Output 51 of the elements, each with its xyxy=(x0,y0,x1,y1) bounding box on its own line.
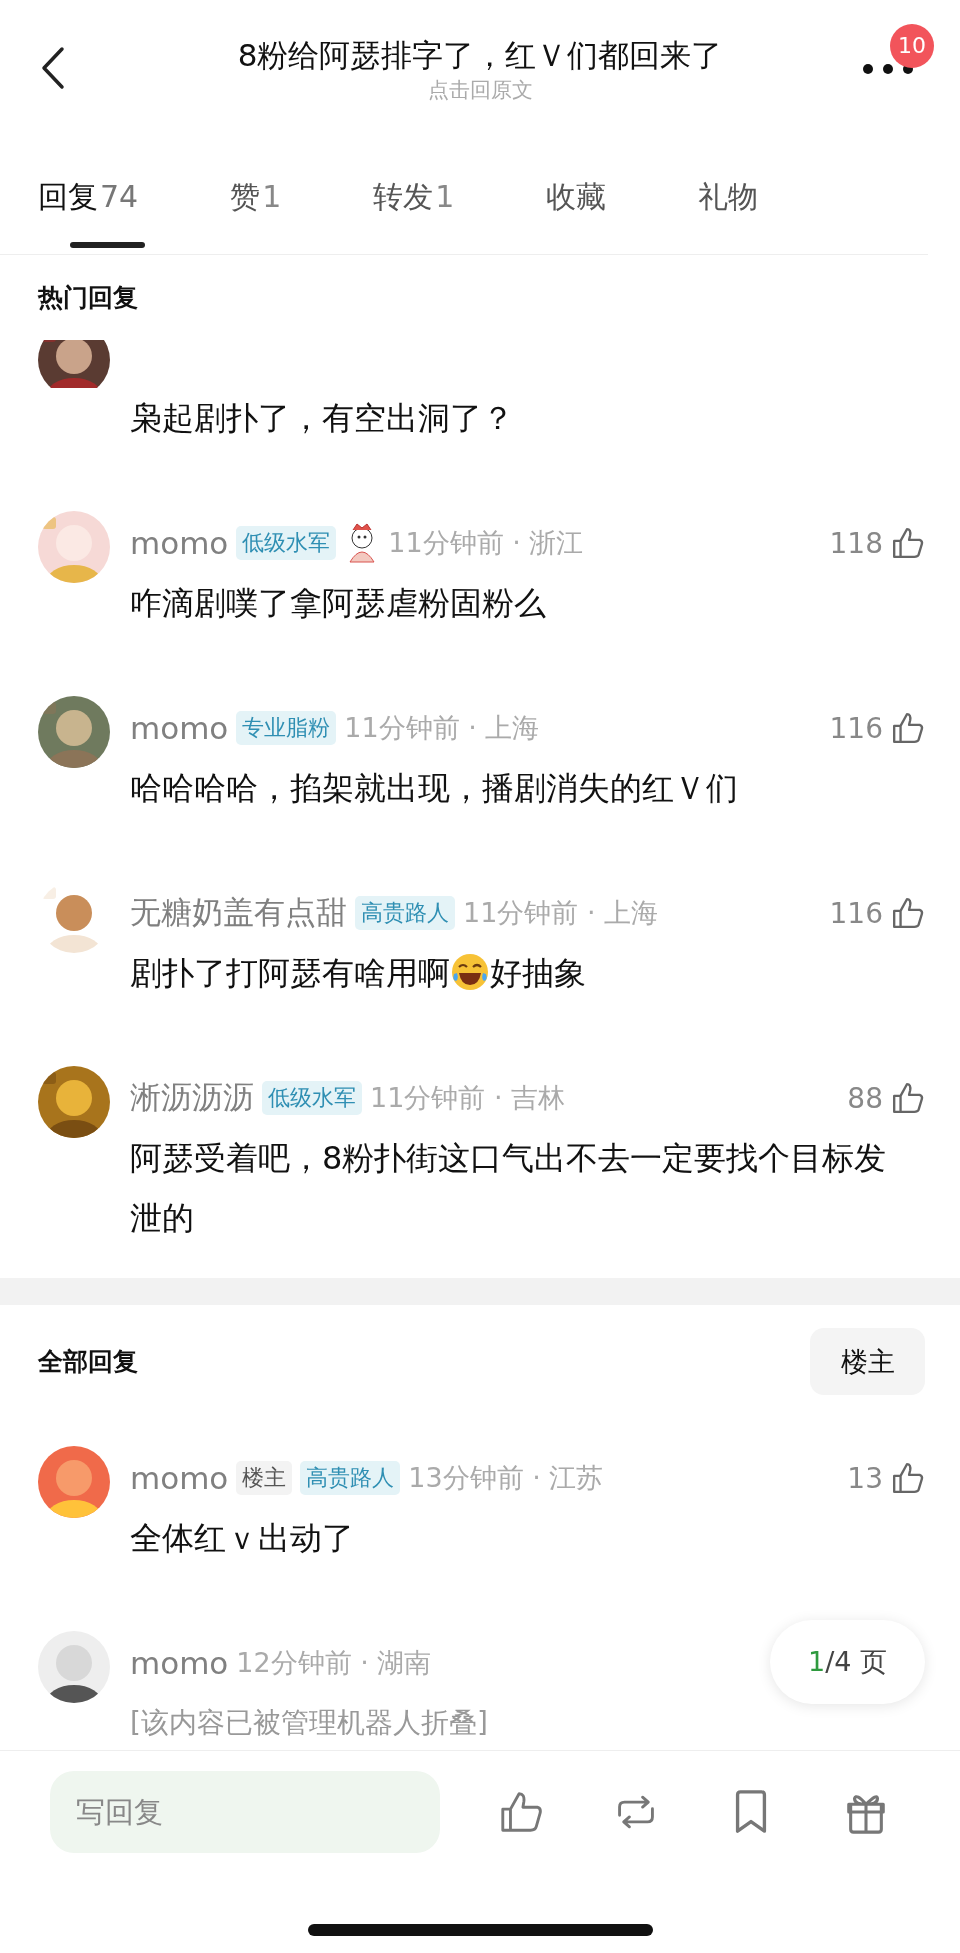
back-icon[interactable] xyxy=(40,46,66,90)
time-location: 11分钟前 · 上海 xyxy=(463,896,659,930)
like-count: 116 xyxy=(829,711,883,745)
notification-badge: 10 xyxy=(890,24,934,68)
thumbs-up-icon[interactable] xyxy=(498,1789,544,1835)
section-title: 全部回复 xyxy=(38,1346,138,1378)
time-location: 11分钟前 · 浙江 xyxy=(388,526,584,560)
user-name[interactable]: 淅沥沥沥 xyxy=(130,1077,254,1119)
tab[interactable]: 收藏 xyxy=(526,140,627,254)
comment-text: 剧扑了打阿瑟有啥用啊 好抽象 xyxy=(130,951,587,994)
tab[interactable]: 转发1 xyxy=(353,140,475,254)
comment-text: [该内容已被管理机器人折叠] xyxy=(130,1705,489,1741)
user-name[interactable]: momo xyxy=(130,1645,229,1681)
tab[interactable]: 礼物 xyxy=(678,140,779,254)
user-tag: 高贵路人 xyxy=(300,1461,401,1495)
post-title: 8粉给阿瑟排字了，红Ｖ们都回来了 xyxy=(237,36,723,75)
comment-text: 枭起剧扑了，有空出洞了？ xyxy=(130,398,515,439)
time-location: 11分钟前 · 上海 xyxy=(344,711,540,745)
time-location: 11分钟前 · 吉林 xyxy=(370,1081,566,1115)
laughing-emoji-icon xyxy=(450,952,490,992)
like-count: 118 xyxy=(829,526,883,560)
thumbs-up-icon[interactable] xyxy=(891,896,925,930)
thumbs-up-icon[interactable] xyxy=(891,1461,925,1495)
more-icon[interactable] xyxy=(862,63,914,75)
comment-text: 咋滴剧噗了拿阿瑟虐粉固粉么 xyxy=(130,583,547,624)
user-tag: 楼主 xyxy=(236,1461,293,1495)
thumbs-up-icon[interactable] xyxy=(891,711,925,745)
like-count: 88 xyxy=(847,1081,883,1115)
user-name[interactable]: 无糖奶盖有点甜 xyxy=(130,892,347,934)
user-tag: 高贵路人 xyxy=(355,896,455,930)
section-title: 热门回复 xyxy=(38,282,138,314)
like-count: 13 xyxy=(847,1461,883,1495)
comment-text: 阿瑟受着吧，8粉扑街这口气出不去一定要找个目标发泄的 xyxy=(130,1138,888,1239)
user-name[interactable]: momo xyxy=(130,710,229,746)
thumbs-up-icon[interactable] xyxy=(891,526,925,560)
tab[interactable]: 赞1 xyxy=(210,140,302,254)
tab[interactable]: 回复74 xyxy=(30,140,159,254)
comment-text: 哈哈哈哈，掐架就出现，播剧消失的红Ｖ们 xyxy=(130,768,739,809)
comment-text: 全体红ｖ出动了 xyxy=(130,1518,355,1559)
like-count: 116 xyxy=(829,896,883,930)
reply-input[interactable]: 写回复 xyxy=(50,1771,440,1853)
user-tag: 专业脂粉 xyxy=(236,711,337,745)
time-location: 13分钟前 · 江苏 xyxy=(408,1461,604,1495)
user-tag: 低级水军 xyxy=(262,1081,362,1115)
user-name[interactable]: momo xyxy=(130,1460,229,1496)
user-tag: 低级水军 xyxy=(236,526,337,560)
page-indicator[interactable]: 1/4 页 xyxy=(770,1620,925,1704)
user-name[interactable]: momo xyxy=(130,525,229,561)
op-filter-button[interactable]: 楼主 xyxy=(810,1328,925,1395)
time-location: 12分钟前 · 湖南 xyxy=(236,1646,432,1680)
thumbs-up-icon[interactable] xyxy=(891,1081,925,1115)
